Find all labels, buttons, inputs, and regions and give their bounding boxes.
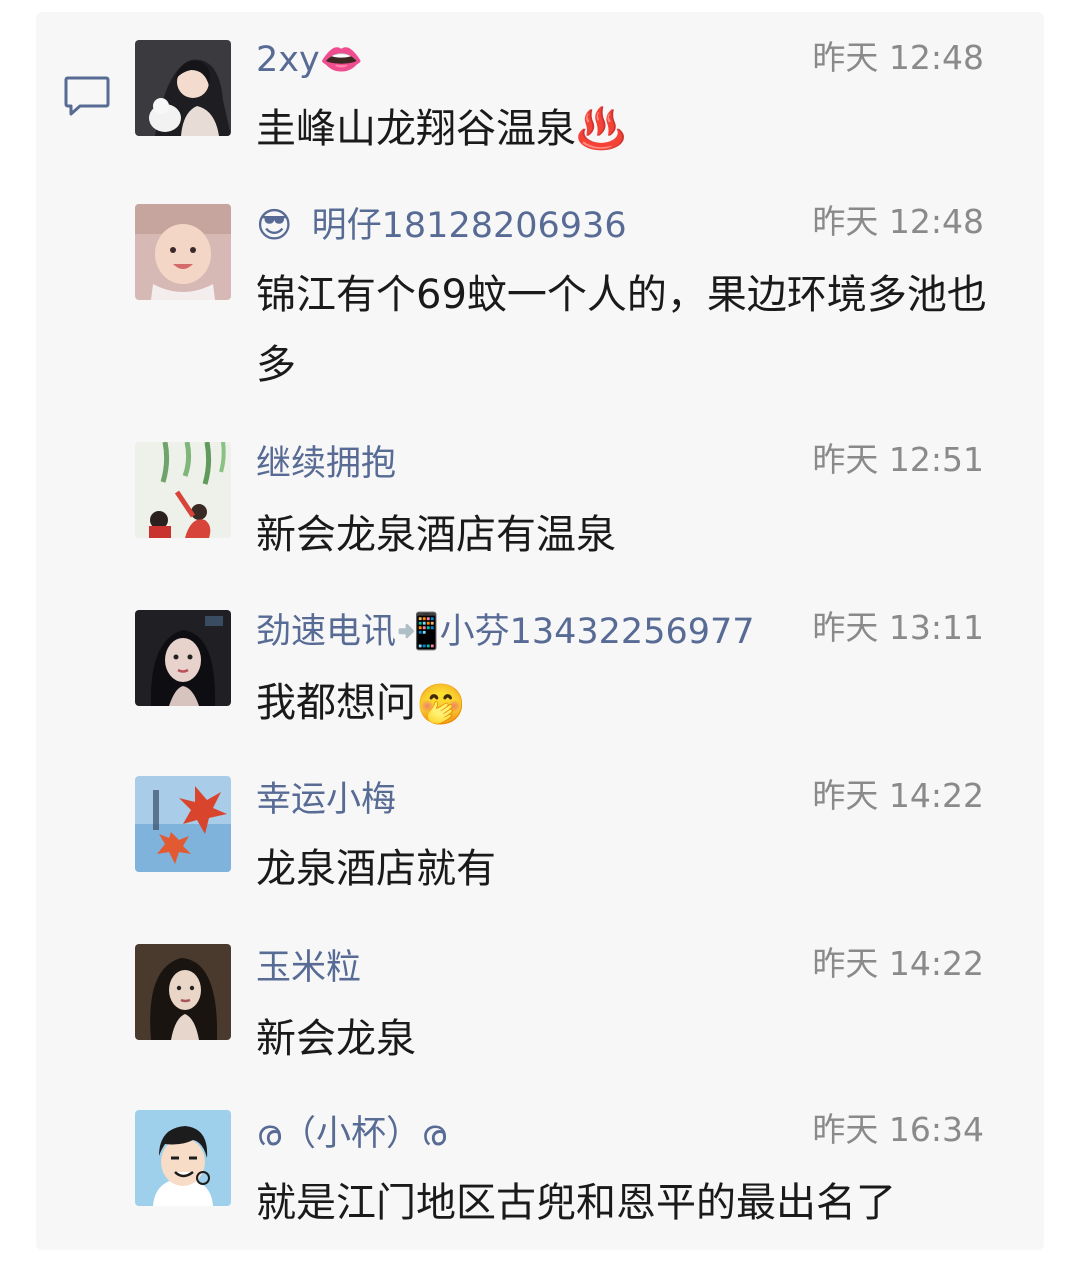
comment-text: 圭峰山龙翔谷温泉♨️ [256, 106, 626, 152]
comment-text: 锦江有个69蚊一个人的，果边环境多池也多 [256, 272, 987, 388]
comment-author-name[interactable]: 明仔18128206936 [312, 206, 627, 246]
comment-item[interactable]: 继续拥抱 昨天 12:51 新会龙泉酒店有温泉 [36, 422, 1044, 590]
avatar[interactable] [135, 944, 231, 1040]
avatar[interactable] [135, 204, 231, 300]
sunglasses-emoji: 😎 [256, 206, 293, 246]
comment-text: 新会龙泉 [256, 1016, 416, 1062]
avatar[interactable] [135, 40, 231, 136]
comment-author[interactable]: ര（小杯）ര [256, 1114, 446, 1154]
comment-author[interactable]: 劲速电讯📲小芬13432256977 [256, 612, 755, 652]
comment-text: 龙泉酒店就有 [256, 846, 496, 892]
comment-author[interactable]: 继续拥抱 [256, 444, 396, 484]
comment-item[interactable]: ര（小杯）ര 昨天 16:34 就是江门地区古兜和恩平的最出名了 [36, 1094, 1044, 1250]
comment-text: 我都想问🤭 [256, 668, 996, 740]
comment-time: 昨天 14:22 [812, 944, 984, 983]
comment-time: 昨天 14:22 [812, 776, 984, 815]
comment-item[interactable]: 2xy👄 昨天 12:48 圭峰山龙翔谷温泉♨️ [36, 0, 1044, 172]
comment-author[interactable]: 幸运小梅 [256, 780, 396, 820]
comment-item[interactable]: 幸运小梅 昨天 14:22 龙泉酒店就有 [36, 758, 1044, 926]
comment-text: 就是江门地区古兜和恩平的最出名了 [256, 1180, 896, 1226]
comment-time: 昨天 12:48 [812, 38, 984, 77]
comment-text-content: 我都想问 [256, 680, 416, 726]
comment-item[interactable]: 劲速电讯📲小芬13432256977 昨天 13:11 我都想问🤭 [36, 590, 1044, 758]
comment-author[interactable]: 2xy👄 [256, 40, 363, 80]
comment-author[interactable]: 😎 明仔18128206936 [256, 206, 627, 246]
comment-text: 新会龙泉酒店有温泉 [256, 512, 616, 558]
comment-time: 昨天 13:11 [812, 608, 984, 647]
comment-item[interactable]: 玉米粒 昨天 14:22 新会龙泉 [36, 926, 1044, 1094]
avatar[interactable] [135, 1110, 231, 1206]
avatar[interactable] [135, 442, 231, 538]
avatar[interactable] [135, 776, 231, 872]
hand-over-mouth-emoji: 🤭 [416, 682, 466, 728]
comment-author[interactable]: 玉米粒 [256, 948, 361, 988]
comment-item[interactable]: 😎 明仔18128206936 昨天 12:48 锦江有个69蚊一个人的，果边环… [36, 172, 1044, 422]
avatar[interactable] [135, 610, 231, 706]
comment-time: 昨天 16:34 [812, 1110, 984, 1149]
comment-time: 昨天 12:51 [812, 440, 984, 479]
comment-time: 昨天 12:48 [812, 202, 984, 241]
